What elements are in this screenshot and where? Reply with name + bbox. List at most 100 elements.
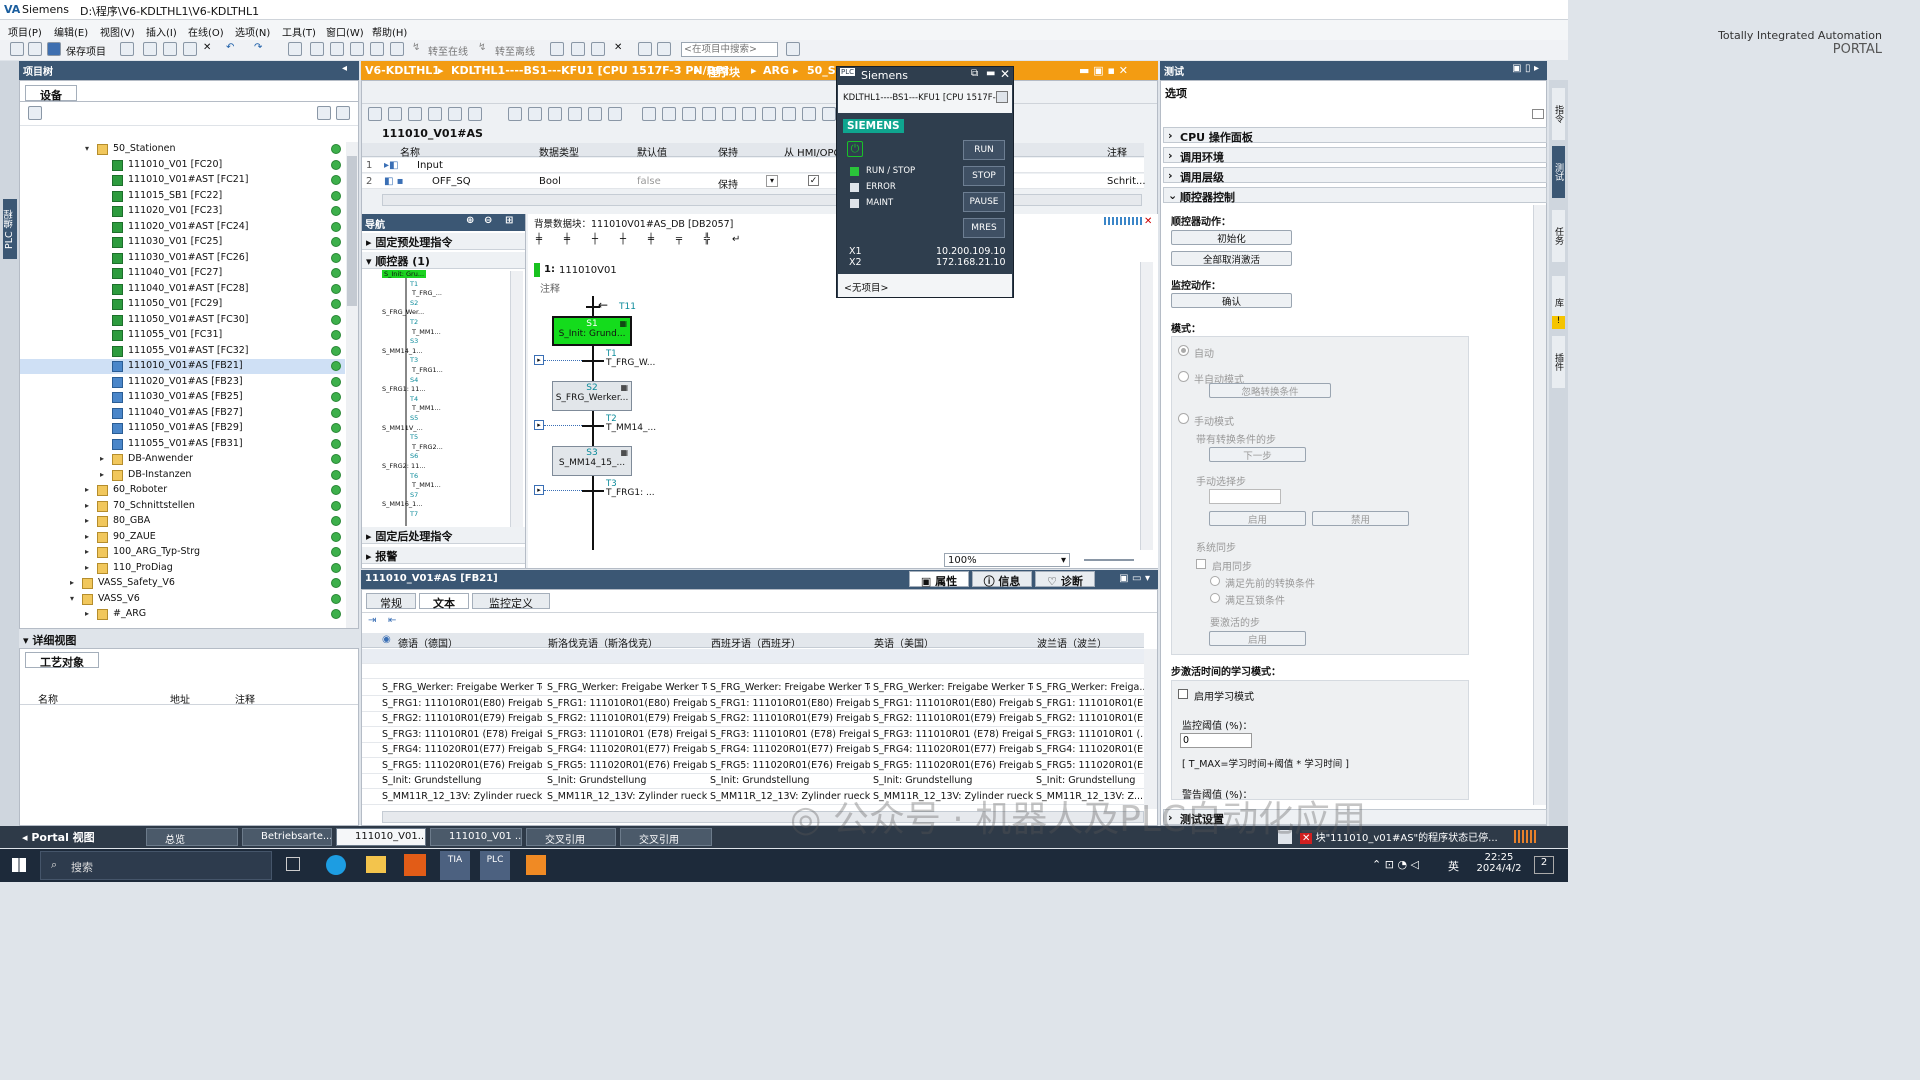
task-view-icon[interactable] bbox=[286, 857, 300, 871]
interface-row[interactable]: 2 ◧ ▪ OFF_SQ Bool false 保持 ▾ ✓ Schrit... bbox=[362, 174, 1146, 191]
editor-tab-overview[interactable]: 总览 bbox=[146, 828, 238, 846]
semi-auto-radio[interactable] bbox=[1178, 371, 1189, 382]
project-search-input[interactable] bbox=[681, 42, 778, 57]
tab-diagnostics[interactable]: ♡ 诊断 bbox=[1035, 571, 1095, 588]
editor-tab-fb21[interactable]: 111010_V01... bbox=[336, 828, 426, 846]
table-row[interactable]: S_FRG5: 111020R01(E76) Freigab... S_FRG5:… bbox=[362, 759, 1144, 774]
manual-step-input[interactable] bbox=[1209, 489, 1281, 504]
cond2-radio[interactable] bbox=[1210, 593, 1220, 603]
tree-item[interactable]: 111030_V01 [FC25] bbox=[20, 235, 345, 250]
undo-icon[interactable]: ↶ bbox=[226, 42, 240, 56]
nav-scrollbar[interactable] bbox=[510, 271, 523, 527]
close-icon[interactable]: ✕ bbox=[1000, 67, 1010, 81]
new-project-icon[interactable] bbox=[10, 42, 24, 56]
menu-online[interactable]: 在线(O) bbox=[188, 24, 224, 39]
display-mode-icon[interactable] bbox=[702, 107, 716, 121]
clock[interactable]: 22:25 2024/4/2 bbox=[1474, 852, 1524, 874]
zoom-select[interactable]: 100% ▾ bbox=[944, 553, 1070, 567]
breadcrumb-project[interactable]: V6-KDLTHL1 bbox=[365, 64, 440, 77]
tree-item[interactable]: 111010_V01#AS [FB21] bbox=[20, 359, 345, 374]
insert-icon[interactable] bbox=[368, 107, 382, 121]
tree-item[interactable]: 111055_V01#AST [FC32] bbox=[20, 344, 345, 359]
download-icon[interactable] bbox=[310, 42, 324, 56]
step-actions-icon[interactable]: ▦ bbox=[620, 448, 628, 457]
menu-tools[interactable]: 工具(T) bbox=[282, 24, 316, 39]
notification-icon[interactable]: 2 bbox=[1534, 856, 1554, 874]
tree-item[interactable]: 111055_V01 [FC31] bbox=[20, 328, 345, 343]
transition-expand-icon[interactable]: ▸ bbox=[534, 420, 544, 430]
manual-radio[interactable] bbox=[1178, 413, 1189, 424]
section-call-hierarchy[interactable]: › 调用层级 bbox=[1163, 167, 1547, 184]
tree-item[interactable]: ▸ DB-Instanzen bbox=[20, 468, 345, 483]
menu-window[interactable]: 窗口(W) bbox=[326, 24, 364, 39]
initialize-button[interactable]: 初始化 bbox=[1171, 230, 1292, 245]
sim-start-icon[interactable] bbox=[370, 42, 384, 56]
search-icon[interactable] bbox=[786, 42, 800, 56]
insert-jump-icon[interactable]: ┼ bbox=[620, 234, 626, 245]
breadcrumb-station[interactable]: 50_S bbox=[807, 64, 836, 77]
plcsim-taskbar-icon[interactable]: PLC bbox=[480, 851, 510, 880]
tray-icons[interactable]: ⌃ ⊡ ◔ ◁ bbox=[1372, 858, 1419, 871]
tab-properties[interactable]: ▣ 属性 bbox=[909, 571, 969, 588]
chevron-right-icon[interactable]: ▸ bbox=[85, 532, 93, 541]
print-icon[interactable] bbox=[120, 42, 134, 56]
block-icon[interactable] bbox=[408, 107, 422, 121]
zoom-out-icon[interactable]: ⊖ bbox=[484, 215, 492, 226]
cut-icon[interactable] bbox=[143, 42, 157, 56]
minimize-editor-icon[interactable]: ▬ ▣ ▪ ✕ bbox=[1079, 64, 1128, 77]
cond1-radio[interactable] bbox=[1210, 576, 1220, 586]
tree-item[interactable]: 111020_V01#AST [FC24] bbox=[20, 220, 345, 235]
tree-item[interactable]: ▸ 80_GBA bbox=[20, 514, 345, 529]
chevron-right-icon[interactable]: ▸ bbox=[85, 609, 93, 618]
compare-icon[interactable] bbox=[448, 107, 462, 121]
upload-icon[interactable] bbox=[330, 42, 344, 56]
redo-icon[interactable]: ↷ bbox=[254, 42, 268, 56]
save-icon[interactable] bbox=[47, 42, 61, 56]
dropdown-icon[interactable]: ▾ bbox=[766, 175, 778, 187]
acknowledge-button[interactable]: 确认 bbox=[1171, 293, 1292, 308]
tree-item[interactable]: ▸ 90_ZAUE bbox=[20, 530, 345, 545]
export-icon[interactable]: ⇥ bbox=[368, 615, 376, 626]
test-vscroll[interactable] bbox=[1533, 205, 1546, 805]
collapse-pane-icon[interactable]: ◂ bbox=[342, 63, 347, 74]
chevron-down-icon[interactable]: ▾ bbox=[70, 594, 78, 603]
tree-settings-icon[interactable] bbox=[336, 106, 350, 120]
sequence-step[interactable]: S2 S_FRG_Werker... ▦ bbox=[552, 381, 632, 411]
next-step-button[interactable]: 下一步 bbox=[1209, 447, 1306, 462]
chevron-right-icon[interactable]: ▸ bbox=[100, 454, 108, 463]
tree-item[interactable]: 111050_V01#AST [FC30] bbox=[20, 313, 345, 328]
breadcrumb-device[interactable]: KDLTHL1----BS1---KFU1 [CPU 1517F-3 PN/DP… bbox=[451, 64, 729, 77]
toggle-icon[interactable] bbox=[742, 107, 756, 121]
table-row[interactable]: S_FRG4: 111020R01(E77) Freigab... S_FRG4:… bbox=[362, 743, 1144, 758]
file-explorer-icon[interactable] bbox=[366, 856, 386, 873]
tree-item[interactable]: 111030_V01#AS [FB25] bbox=[20, 390, 345, 405]
delete-icon[interactable]: ✕ bbox=[203, 42, 217, 56]
plcsim-device-icon[interactable] bbox=[996, 91, 1008, 103]
chevron-right-icon[interactable]: ▸ bbox=[85, 501, 93, 510]
tree-item[interactable]: 111020_V01 [FC23] bbox=[20, 204, 345, 219]
split-horizontal-icon[interactable] bbox=[638, 42, 652, 56]
tree-item[interactable]: 111040_V01 [FC27] bbox=[20, 266, 345, 281]
chevron-right-icon[interactable]: ▸ bbox=[100, 470, 108, 479]
tree-item[interactable]: ▸ #_ARG bbox=[20, 607, 345, 622]
menu-view[interactable]: 视图(V) bbox=[100, 24, 135, 39]
tab-tech-objects[interactable]: 工艺对象 bbox=[25, 652, 99, 669]
editor-tab-fb21-2[interactable]: 111010_V01 ... bbox=[430, 828, 522, 846]
ignore-transition-button[interactable]: 忽略转换条件 bbox=[1209, 383, 1331, 398]
alt-branch-icon[interactable]: ╬ bbox=[704, 234, 710, 245]
monitor-icon[interactable] bbox=[468, 107, 482, 121]
tree-scrollbar[interactable] bbox=[346, 142, 358, 628]
hmi-checkbox[interactable]: ✓ bbox=[808, 175, 819, 186]
return-icon[interactable]: ↵ bbox=[732, 234, 740, 245]
tree-item[interactable]: ▸ 70_Schnittstellen bbox=[20, 499, 345, 514]
subtab-text[interactable]: 文本 bbox=[419, 593, 469, 610]
nav-post-processing[interactable]: ▸ 固定后处理指令 bbox=[362, 527, 525, 544]
ime-indicator[interactable]: 英 bbox=[1448, 858, 1459, 874]
settings-icon[interactable] bbox=[802, 107, 816, 121]
iface-retain[interactable]: 保持 bbox=[718, 176, 738, 191]
test-pane-controls-icon[interactable]: ▣ ▯ ▸ bbox=[1512, 63, 1539, 74]
table-row[interactable]: S_FRG_Werker: Freigabe Werker Te... S_FRG… bbox=[362, 681, 1144, 696]
list2-icon[interactable] bbox=[682, 107, 696, 121]
table-row[interactable] bbox=[362, 664, 1144, 679]
auto-radio[interactable] bbox=[1178, 345, 1189, 356]
